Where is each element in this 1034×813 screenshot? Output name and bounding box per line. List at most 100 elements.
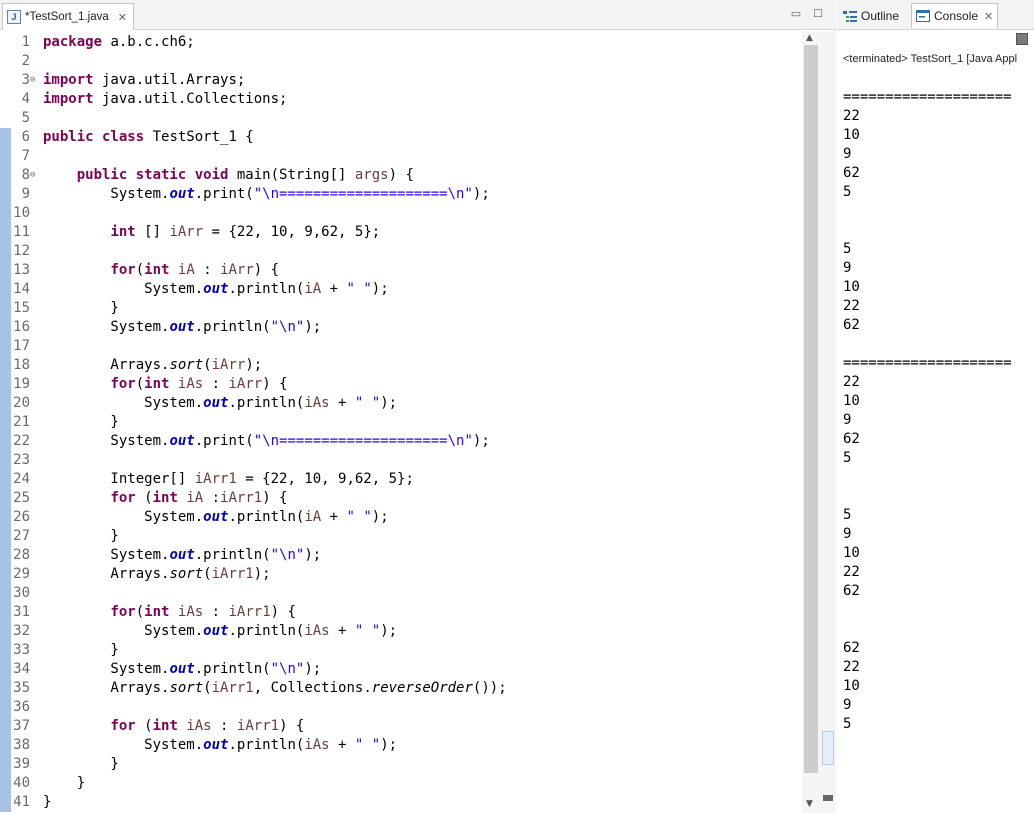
line-number: 19 [13,376,30,392]
code-line[interactable]: 10 [0,204,802,223]
code-line[interactable]: 4 import java.util.Collections; [0,90,802,109]
minimize-icon[interactable]: ▭ [790,8,802,20]
code-token: + [321,281,347,297]
code-line[interactable]: 23 [0,451,802,470]
code-line[interactable]: 2 [0,52,802,71]
code-token: System. [43,319,170,335]
code-token: out [169,433,195,449]
code-token: iArr1 [220,490,263,506]
code-line[interactable]: 40 } [0,774,802,793]
close-icon[interactable]: ✕ [118,11,127,24]
console-line: ==================== [843,355,1012,371]
line-number: 11 [13,224,30,240]
code-token: iAs [304,737,330,753]
code-line[interactable]: 30 [0,584,802,603]
code-line[interactable]: 37 for (int iAs : iArr1) { [0,717,802,736]
code-line[interactable]: 21 } [0,413,802,432]
line-number: 23 [13,452,30,468]
code-line[interactable]: 9 System.out.print("\n==================… [0,185,802,204]
code-line[interactable]: 12 [0,242,802,261]
code-token: iArr1 [211,566,254,582]
editor-tab-testsort[interactable]: J *TestSort_1.java ✕ [2,3,134,30]
code-token: "\n====================\n" [253,433,473,449]
code-line[interactable]: 25 for (int iA :iArr1) { [0,489,802,508]
code-text: System.out.println("\n"); [43,660,321,679]
fold-toggle-icon[interactable]: ⊖ [30,166,40,185]
code-line[interactable]: 27 } [0,527,802,546]
code-token: ( [203,566,212,582]
code-line[interactable]: 22 System.out.print("\n=================… [0,432,802,451]
code-token: } [43,300,119,316]
code-line[interactable]: 11 int [] iArr = {22, 10, 9,62, 5}; [0,223,802,242]
tab-console[interactable]: Console ✕ [911,3,999,28]
code-line[interactable]: 34 System.out.println("\n"); [0,660,802,679]
code-line[interactable]: 31 for(int iAs : iArr1) { [0,603,802,622]
code-line[interactable]: 41} [0,793,802,812]
terminate-icon[interactable] [1016,33,1028,45]
code-line[interactable]: 7 [0,147,802,166]
code-line[interactable]: 33 } [0,641,802,660]
code-text: System.out.print("\n====================… [43,185,489,204]
code-line[interactable]: 8 ⊖ public static void main(String[] args… [0,166,802,185]
code-token: = {22, 10, 9,62, 5}; [203,224,381,240]
code-line[interactable]: 3 ⊖ import java.util.Arrays; [0,71,802,90]
scroll-down-icon[interactable]: ▼ [806,799,813,809]
code-line[interactable]: 6 public class TestSort_1 { [0,128,802,147]
code-line[interactable]: 32 System.out.println(iAs + " "); [0,622,802,641]
code-line[interactable]: 29 Arrays.sort(iArr1); [0,565,802,584]
code-line[interactable]: 38 System.out.println(iAs + " "); [0,736,802,755]
scrollbar-thumb[interactable] [804,45,818,773]
code-token: out [203,395,229,411]
code-token: iArr [169,224,204,240]
code-text: System.out.print("\n====================… [43,432,489,451]
code-text: int [] iArr = {22, 10, 9,62, 5}; [43,223,380,242]
code-line[interactable]: 14 System.out.println(iA + " "); [0,280,802,299]
code-token: System. [43,737,204,753]
vertical-scrollbar[interactable]: ▲ ▼ [802,31,820,813]
code-token: .println( [194,319,271,335]
fold-toggle-icon[interactable]: ⊖ [30,71,40,90]
code-editor[interactable]: 1 package a.b.c.ch6; 2 3 ⊖ import java.util.A… [0,31,802,813]
line-number: 27 [13,528,30,544]
console-line: 22 [843,108,860,124]
code-line[interactable]: 35 Arrays.sort(iArr1, Collections.revers… [0,679,802,698]
scroll-up-icon[interactable]: ▲ [806,33,813,43]
console-line: 9 [843,412,852,428]
console-line: 5 [843,184,852,200]
code-line[interactable]: 1 package a.b.c.ch6; [0,33,802,52]
code-line[interactable]: 13 for(int iA : iArr) { [0,261,802,280]
code-line[interactable]: 17 [0,337,802,356]
code-line[interactable]: 5 [0,109,802,128]
code-line[interactable]: 39 } [0,755,802,774]
console-line: 5 [843,507,852,523]
line-number: 37 [13,718,30,734]
overview-ruler[interactable] [820,31,836,813]
line-number: 30 [13,585,30,601]
code-line[interactable]: 19 for(int iAs : iArr) { [0,375,802,394]
tab-outline[interactable]: Outline [843,5,899,27]
code-line[interactable]: 20 System.out.println(iAs + " "); [0,394,802,413]
code-line[interactable]: 24 Integer[] iArr1 = {22, 10, 9,62, 5}; [0,470,802,489]
code-line[interactable]: 16 System.out.println("\n"); [0,318,802,337]
code-line[interactable]: 18 Arrays.sort(iArr); [0,356,802,375]
line-number: 3 [21,72,30,88]
code-line[interactable]: 36 [0,698,802,717]
close-icon[interactable]: ✕ [984,10,993,23]
maximize-icon[interactable]: ☐ [812,8,824,20]
editor-tab-label: *TestSort_1.java [25,11,109,23]
code-token: + [329,395,355,411]
code-token: ) { [388,167,414,183]
console-line: 9 [843,526,852,542]
code-token: ( [135,376,145,392]
editor-pane: J *TestSort_1.java ✕ ▭ ☐ 1 package a.b.c.… [0,0,836,813]
code-token: System. [43,547,170,563]
code-token: ); [371,509,389,525]
code-line[interactable]: 28 System.out.println("\n"); [0,546,802,565]
code-text: public static void main(String[] args) { [43,166,414,185]
code-line[interactable]: 26 System.out.println(iA + " "); [0,508,802,527]
code-token: + [321,509,347,525]
code-line[interactable]: 15 } [0,299,802,318]
code-token: System. [43,433,170,449]
code-token: out [203,281,229,297]
